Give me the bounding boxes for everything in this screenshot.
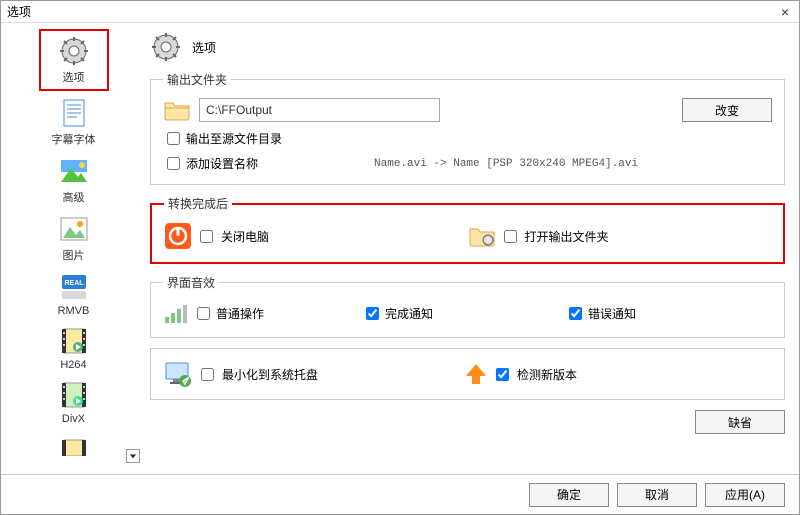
update-arrow-icon: [464, 362, 488, 386]
shutdown-label: 关闭电脑: [221, 228, 269, 245]
landscape-icon: [58, 155, 90, 187]
sidebar-item-label: 字幕字体: [52, 131, 96, 147]
sound-complete-checkbox[interactable]: [366, 307, 379, 320]
film-green-icon: [58, 379, 90, 411]
sidebar-item-label: H264: [60, 359, 86, 371]
real-media-icon: REAL: [58, 271, 90, 303]
append-example: Name.avi -> Name [PSP 320x240 MPEG4].avi: [374, 158, 638, 170]
open-folder-icon: [468, 224, 496, 248]
sound-error-checkbox[interactable]: [569, 307, 582, 320]
output-folder-legend: 输出文件夹: [163, 71, 231, 88]
append-setting-checkbox[interactable]: [167, 157, 180, 170]
sidebar-item-label: 高级: [63, 189, 85, 205]
check-update-checkbox[interactable]: [496, 368, 509, 381]
titlebar: 选项 ×: [1, 1, 799, 23]
defaults-button[interactable]: 缺省: [695, 410, 785, 434]
cancel-button[interactable]: 取消: [617, 483, 697, 507]
sidebar: 选项 字幕字体 高级 图片 REAL RMVB: [1, 23, 146, 471]
misc-group: 最小化到系统托盘 检测新版本: [150, 348, 785, 400]
sidebar-item-label: DivX: [62, 413, 85, 425]
sidebar-item-advanced[interactable]: 高级: [39, 153, 109, 207]
scroll-down-button[interactable]: [126, 449, 140, 463]
check-update-label: 检测新版本: [517, 366, 577, 383]
close-icon[interactable]: ×: [777, 4, 793, 20]
ui-sound-legend: 界面音效: [163, 274, 219, 291]
gear-icon: [58, 35, 90, 67]
sound-complete-label: 完成通知: [385, 305, 433, 322]
content-header: 选项: [150, 31, 785, 63]
content-title: 选项: [192, 39, 216, 56]
ui-sound-group: 界面音效 普通操作 完成通知 错误通知: [150, 274, 785, 338]
main-area: 选项 字幕字体 高级 图片 REAL RMVB: [1, 23, 799, 471]
shutdown-checkbox[interactable]: [200, 230, 213, 243]
sidebar-item-image[interactable]: 图片: [39, 211, 109, 265]
after-conversion-group: 转换完成后 关闭电脑 打开输出文件夹: [150, 195, 785, 264]
power-icon: [164, 222, 192, 250]
sound-normal-checkbox[interactable]: [197, 307, 210, 320]
sidebar-item-subtitle-font[interactable]: 字幕字体: [39, 95, 109, 149]
sound-bars-icon: [163, 301, 191, 325]
sidebar-item-more[interactable]: [39, 429, 109, 465]
output-to-source-checkbox[interactable]: [167, 132, 180, 145]
film-icon: [58, 325, 90, 357]
svg-text:REAL: REAL: [64, 280, 84, 287]
sidebar-item-rmvb[interactable]: REAL RMVB: [39, 269, 109, 319]
image-icon: [58, 213, 90, 245]
sidebar-item-label: 选项: [63, 69, 85, 85]
document-icon: [58, 97, 90, 129]
change-folder-button[interactable]: 改变: [682, 98, 772, 122]
gear-header-icon: [150, 31, 182, 63]
sidebar-item-label: RMVB: [58, 305, 90, 317]
film-partial-icon: [58, 431, 90, 463]
sidebar-item-label: 图片: [63, 247, 85, 263]
dialog-footer: 确定 取消 应用(A): [1, 474, 799, 514]
window-title: 选项: [7, 3, 777, 20]
output-folder-group: 输出文件夹 改变 输出至源文件目录 添加设置名称 Name.avi -> Nam…: [150, 71, 785, 185]
sound-normal-label: 普通操作: [216, 305, 264, 322]
output-path-input[interactable]: [199, 98, 440, 122]
content-panel: 选项 输出文件夹 改变 输出至源文件目录 添加设置名称 Name.avi -> …: [146, 23, 799, 471]
open-output-folder-checkbox[interactable]: [504, 230, 517, 243]
after-conversion-legend: 转换完成后: [164, 195, 232, 212]
ok-button[interactable]: 确定: [529, 483, 609, 507]
folder-icon: [163, 98, 191, 122]
tray-monitor-icon: [163, 359, 193, 389]
apply-button[interactable]: 应用(A): [705, 483, 785, 507]
sidebar-item-divx[interactable]: DivX: [39, 377, 109, 427]
append-setting-label: 添加设置名称: [186, 155, 258, 172]
sound-error-label: 错误通知: [588, 305, 636, 322]
open-output-folder-label: 打开输出文件夹: [525, 228, 609, 245]
output-to-source-label: 输出至源文件目录: [186, 130, 282, 147]
sidebar-item-h264[interactable]: H264: [39, 323, 109, 373]
sidebar-item-options[interactable]: 选项: [39, 29, 109, 91]
minimize-tray-label: 最小化到系统托盘: [222, 366, 318, 383]
minimize-tray-checkbox[interactable]: [201, 368, 214, 381]
